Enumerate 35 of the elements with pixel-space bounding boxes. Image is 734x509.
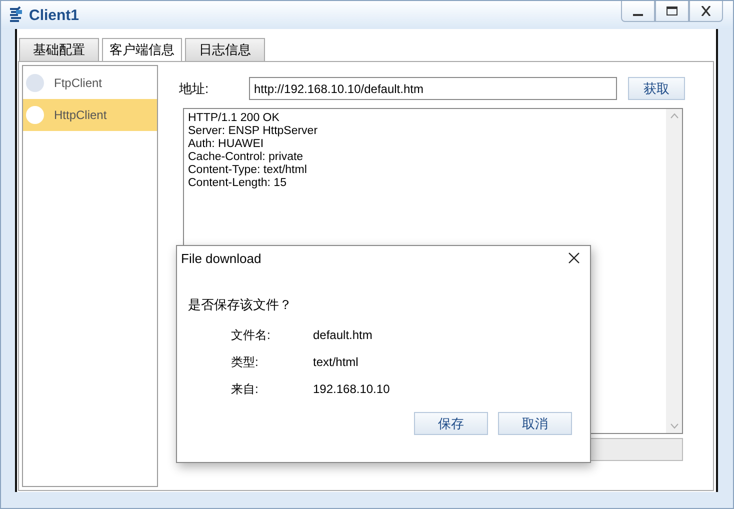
dialog-title: File download bbox=[181, 250, 262, 266]
response-line: Auth: HUAWEI bbox=[188, 138, 265, 151]
close-icon[interactable] bbox=[568, 252, 580, 264]
client-list-item[interactable]: FtpClient bbox=[23, 67, 157, 99]
close-icon bbox=[700, 6, 712, 16]
field-label: 类型: bbox=[231, 354, 260, 370]
close-button[interactable] bbox=[689, 1, 723, 22]
window-title: Client1 bbox=[29, 6, 80, 24]
response-line: Server: ENSP HttpServer bbox=[188, 125, 319, 138]
app-logo-icon bbox=[7, 6, 25, 24]
response-line: HTTP/1.1 200 OK bbox=[188, 112, 280, 125]
tab[interactable]: 客户端信息 bbox=[102, 38, 182, 61]
field-label: 文件名: bbox=[231, 327, 272, 343]
maximize-button[interactable] bbox=[655, 1, 689, 22]
dialog-button[interactable]: 取消 bbox=[498, 412, 572, 435]
address-label: 地址: bbox=[179, 80, 210, 98]
field-value: 192.168.10.10 bbox=[313, 381, 391, 397]
field-value: text/html bbox=[313, 354, 360, 370]
dialog-button[interactable]: 保存 bbox=[414, 412, 488, 435]
fetch-button[interactable]: 获取 bbox=[628, 77, 685, 100]
minimize-button[interactable] bbox=[621, 1, 655, 22]
tab[interactable]: 基础配置 bbox=[19, 38, 99, 61]
circle-icon bbox=[26, 106, 44, 124]
field-label: 来自: bbox=[231, 381, 260, 397]
response-line: Cache-Control: private bbox=[188, 151, 304, 164]
client-list-item[interactable]: HttpClient bbox=[23, 99, 157, 131]
tab[interactable]: 日志信息 bbox=[185, 38, 265, 61]
address-field[interactable]: http://192.168.10.10/default.htm bbox=[249, 77, 617, 100]
maximize-icon bbox=[666, 6, 678, 16]
response-line: Content-Length: 15 bbox=[188, 177, 288, 190]
field-value: default.htm bbox=[313, 327, 374, 343]
response-line: Content-Type: text/html bbox=[188, 164, 308, 177]
minimize-icon bbox=[633, 14, 643, 16]
circle-icon bbox=[26, 74, 44, 92]
dialog-question: 是否保存该文件？ bbox=[188, 297, 292, 312]
